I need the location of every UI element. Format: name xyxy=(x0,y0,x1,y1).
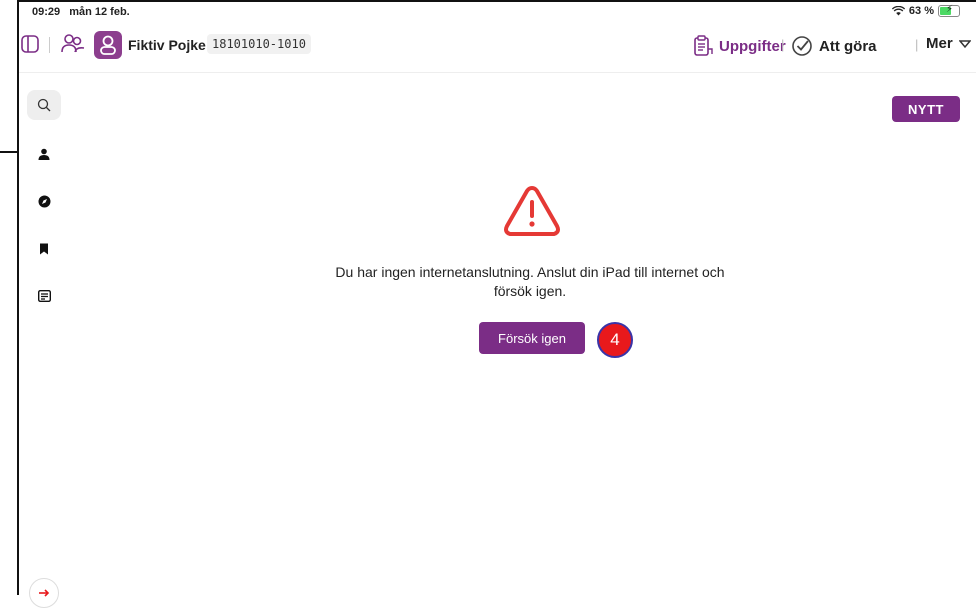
check-circle-icon xyxy=(792,36,812,56)
status-indicators: 63 % ⚡ xyxy=(891,4,960,17)
sidebar-person[interactable] xyxy=(27,139,61,169)
patient-id: 18101010-1010 xyxy=(207,34,311,54)
battery-percent: 63 % xyxy=(908,5,934,17)
sidebar-document[interactable] xyxy=(27,281,61,311)
status-bar: 09:29 mån 12 feb. 63 % ⚡ xyxy=(19,2,976,22)
arrow-right-icon xyxy=(39,589,50,597)
search-icon xyxy=(37,98,51,112)
patient-name[interactable]: Fiktiv Pojke xyxy=(128,37,206,53)
status-time: 09:29 mån 12 feb. xyxy=(32,6,130,18)
topbar-separator: | xyxy=(781,37,785,52)
retry-button[interactable]: Försök igen xyxy=(479,322,585,354)
document-icon xyxy=(37,290,51,302)
status-date-text: mån 12 feb. xyxy=(69,6,130,18)
no-connection-message: Du har ingen internetanslutning. Anslut … xyxy=(290,263,770,301)
att-gora-button[interactable]: Att göra xyxy=(791,35,877,57)
sidebar-toggle-icon[interactable] xyxy=(21,35,39,53)
expand-sidebar-button[interactable] xyxy=(29,578,59,608)
sidebar-search[interactable] xyxy=(27,90,61,120)
uppgifter-label: Uppgifter xyxy=(719,37,786,55)
patients-group-icon[interactable] xyxy=(61,33,85,55)
frame-left-margin xyxy=(0,0,18,595)
mer-menu-button[interactable]: Mer xyxy=(926,35,971,52)
person-icon xyxy=(38,148,50,160)
clipboard-icon xyxy=(694,35,713,56)
status-time-text: 09:29 xyxy=(32,6,61,18)
wifi-icon xyxy=(891,6,905,16)
top-bar: Fiktiv Pojke 18101010-1010 Uppgifter | A… xyxy=(19,22,976,73)
uppgifter-button[interactable]: Uppgifter xyxy=(693,35,786,57)
new-button[interactable]: NYTT xyxy=(892,96,960,122)
topbar-separator: | xyxy=(915,37,919,52)
annotation-number-badge: 4 xyxy=(597,322,633,358)
sidebar-bookmark[interactable] xyxy=(27,234,61,264)
att-gora-label: Att göra xyxy=(819,37,877,55)
frame-border-left xyxy=(17,0,19,595)
battery-icon: ⚡ xyxy=(938,4,960,17)
frame-border-notch xyxy=(0,151,18,153)
mer-label: Mer xyxy=(926,35,953,52)
message-line-2: försök igen. xyxy=(493,283,567,299)
compass-icon xyxy=(38,195,50,207)
person-outline-icon xyxy=(100,35,116,55)
message-line-1: Du har ingen internetanslutning. Anslut … xyxy=(335,264,725,280)
warning-triangle-icon xyxy=(504,186,560,236)
bookmark-icon xyxy=(40,243,48,255)
topbar-divider xyxy=(49,37,50,53)
patient-avatar[interactable] xyxy=(94,31,122,59)
triangle-down-icon xyxy=(958,39,971,48)
sidebar-compass[interactable] xyxy=(27,186,61,216)
